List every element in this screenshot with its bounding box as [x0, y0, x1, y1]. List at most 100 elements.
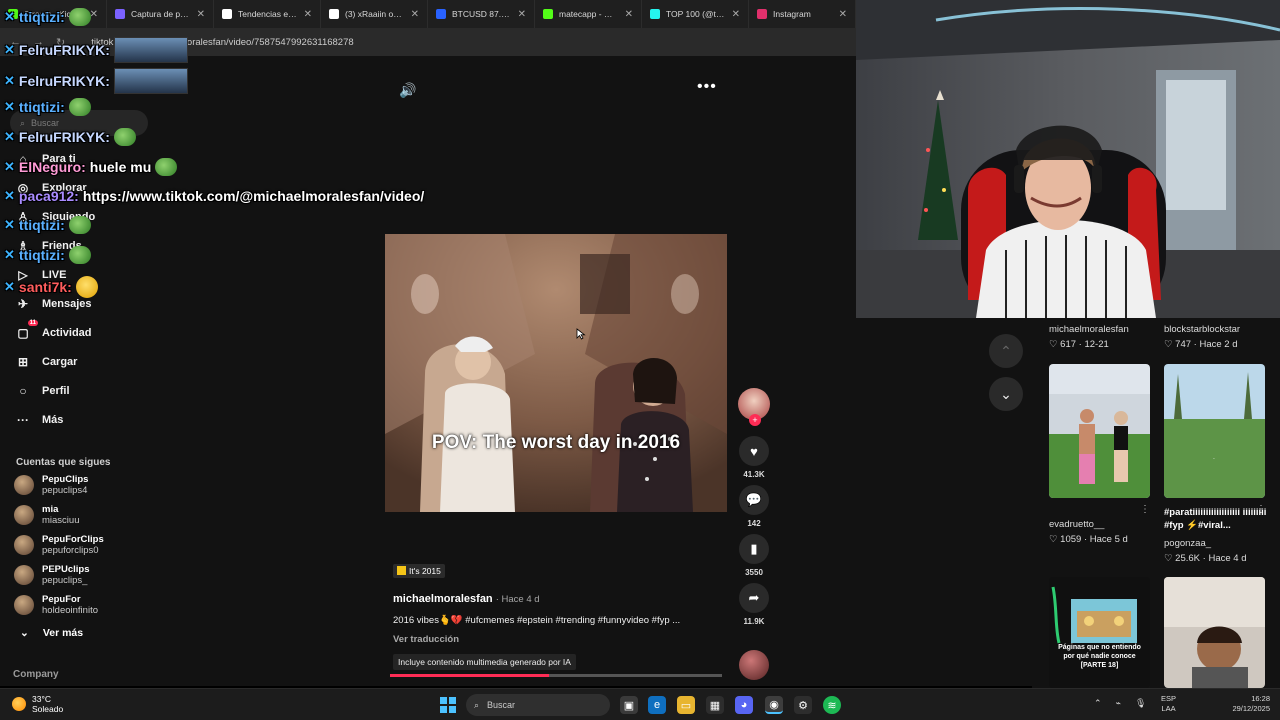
like-button[interactable]: ♥: [739, 436, 769, 466]
tab-favicon-icon: [436, 9, 446, 19]
browser-tab[interactable]: BTCUSD 87.441,26 ✕: [428, 0, 535, 28]
messages-icon: ✈: [17, 297, 29, 311]
sidebar-item-live[interactable]: ▷ LIVE: [16, 268, 66, 282]
sidebar-item-actividad[interactable]: ▢ 11 Actividad: [16, 320, 92, 340]
effect-tag[interactable]: It's 2015: [393, 563, 445, 578]
language-indicator[interactable]: ESP LAA: [1161, 694, 1176, 714]
home-icon: ⌂: [19, 152, 27, 166]
browser-tab[interactable]: matecapp - Watch ✕: [535, 0, 642, 28]
close-icon[interactable]: ✕: [839, 9, 847, 20]
browser-tab[interactable]: Tendencias en Arg ✕: [214, 0, 321, 28]
comment-button[interactable]: 💬: [739, 485, 769, 515]
related-thumbnail[interactable]: [1164, 577, 1265, 688]
video-progress-bar[interactable]: [390, 674, 722, 677]
share-button[interactable]: ➦: [739, 583, 769, 613]
settings-icon[interactable]: ⚙: [794, 696, 812, 714]
related-thumbnail[interactable]: Páginas que no entiendo por qué nadie co…: [1049, 577, 1150, 688]
sun-icon: [12, 697, 26, 711]
sidebar-item-friends[interactable]: ♗ Friends: [16, 239, 82, 253]
windows-start-icon[interactable]: [440, 697, 456, 713]
browser-tab[interactable]: (3) xRaaiin on X ✕: [321, 0, 428, 28]
close-icon[interactable]: ✕: [411, 9, 419, 20]
volume-icon[interactable]: 🔊: [399, 82, 416, 99]
more-options-icon[interactable]: ⋮: [1140, 504, 1150, 515]
network-icon[interactable]: ⌁: [1116, 698, 1121, 709]
translate-link[interactable]: Ver traducción: [393, 634, 723, 645]
music-disc[interactable]: [739, 650, 769, 680]
more-options-icon[interactable]: •••: [697, 78, 717, 96]
sidebar-item-explorar[interactable]: ◎ Explorar: [16, 181, 87, 195]
microphone-icon[interactable]: 🎙: [1135, 698, 1146, 709]
followed-account[interactable]: PepuForClips pepuforclips0: [14, 534, 104, 556]
search-input[interactable]: ⌕ Buscar: [10, 110, 148, 136]
browser-tab[interactable]: Captura de pantalla ✕: [107, 0, 214, 28]
sidebar-item-siguiendo[interactable]: ♙ Siguiendo: [16, 210, 96, 224]
forward-icon[interactable]: →: [33, 36, 44, 48]
close-icon[interactable]: ✕: [304, 9, 312, 20]
browser-tab[interactable]: Instagram ✕: [749, 0, 856, 28]
account-handle: pepuforclips0: [42, 545, 99, 556]
close-icon[interactable]: ✕: [625, 9, 633, 20]
related-user[interactable]: michaelmoralesfan: [1049, 324, 1129, 335]
related-date: Hace 4 d: [1208, 553, 1247, 564]
bookmark-icon: ▮: [750, 541, 758, 556]
related-user[interactable]: blockstarblockstar: [1164, 324, 1240, 335]
system-tray[interactable]: ⌃ ⌁ 🎙: [1094, 698, 1146, 709]
folder-icon[interactable]: ▭: [677, 696, 695, 714]
related-thumbnail[interactable]: .: [1164, 364, 1265, 498]
video-player[interactable]: POV: The worst day in 2016: [385, 234, 727, 512]
sidebar-item-label: Explorar: [42, 182, 87, 194]
related-thumbnail[interactable]: [1049, 364, 1150, 498]
chevron-up-icon[interactable]: ⌃: [1094, 698, 1102, 709]
author-name[interactable]: michaelmoralesfan: [393, 593, 493, 605]
taskbar-search[interactable]: ⌕ Buscar: [466, 694, 610, 716]
related-card-meta: blockstarblockstar ♡ 747 · Hace 2 d: [1164, 324, 1241, 350]
task-view-icon[interactable]: ▣: [620, 696, 638, 714]
followed-account[interactable]: mia miasciuu: [14, 504, 80, 526]
sidebar-item-más[interactable]: ··· Más: [16, 413, 63, 427]
sidebar-item-perfil[interactable]: ○ Perfil: [16, 384, 69, 398]
weather-widget[interactable]: 33°C Soleado: [12, 694, 63, 714]
sidebar-item-label: LIVE: [42, 269, 67, 281]
next-video-button[interactable]: ⌄: [989, 377, 1023, 411]
spotify-icon[interactable]: ≋: [823, 696, 841, 714]
edge-icon[interactable]: e: [648, 696, 666, 714]
tab-title: BTCUSD 87.441,26: [452, 9, 512, 19]
close-icon[interactable]: ✕: [197, 9, 205, 20]
back-icon[interactable]: ←: [10, 36, 21, 48]
url-field[interactable]: tiktok.com/@michaelmoralesfan/video/7587…: [91, 37, 353, 48]
sidebar-item-mensajes[interactable]: ✈ Mensajes: [16, 297, 92, 311]
share-count: 11.9K: [743, 617, 765, 626]
follow-plus-icon[interactable]: +: [749, 414, 761, 426]
creator-avatar[interactable]: +: [738, 388, 770, 426]
followed-account[interactable]: PepuClips pepuclips4: [14, 474, 88, 496]
chrome-icon[interactable]: ◉: [765, 696, 783, 714]
followed-account[interactable]: PepuFor holdeoinfinito: [14, 594, 98, 616]
sidebar: ⌕ Buscar ⌂ Para ti ◎ Explorar ♙ Siguiendo ♗ Fri…: [0, 56, 160, 686]
followed-account[interactable]: PEPUclips pepuclips_: [14, 564, 90, 586]
related-title[interactable]: #paratiiiiiiiiiiiiiiiiii iiiiiiiii #fyp …: [1164, 506, 1270, 532]
see-more-button[interactable]: ⌄ Ver más: [20, 627, 83, 639]
sidebar-item-label: Para ti: [42, 153, 76, 165]
related-user[interactable]: evadruetto__: [1049, 519, 1128, 530]
tab-title: TOP 100 (@top10: [666, 9, 726, 19]
company-link[interactable]: Company: [13, 669, 59, 680]
windows-taskbar: 33°C Soleado ⌕ Buscar ▣ e ▭ ▦ ◕ ◉ ⚙ ≋ ⌃ …: [0, 688, 1280, 720]
related-user[interactable]: pogonzaa_: [1164, 538, 1246, 549]
discord-icon[interactable]: ◕: [735, 696, 753, 714]
save-button[interactable]: ▮: [739, 534, 769, 564]
close-icon[interactable]: ✕: [518, 9, 526, 20]
sidebar-item-para-ti[interactable]: ⌂ Para ti: [16, 152, 76, 166]
browser-tab[interactable]: TOP 100 (@top10 ✕: [642, 0, 749, 28]
clock[interactable]: 16:28 29/12/2025: [1228, 694, 1270, 714]
sidebar-item-label: Cargar: [42, 356, 78, 368]
browser-tab[interactable]: Stream - Kick Dash ✕: [0, 0, 107, 28]
related-likes: 617: [1060, 339, 1077, 350]
reload-icon[interactable]: ↻: [56, 36, 65, 49]
close-icon[interactable]: ✕: [90, 9, 98, 20]
previous-video-button[interactable]: ⌃: [989, 334, 1023, 368]
store-icon[interactable]: ▦: [706, 696, 724, 714]
sidebar-item-cargar[interactable]: ⊞ Cargar: [16, 355, 78, 369]
heart-outline-icon: ♡: [1164, 553, 1173, 564]
close-icon[interactable]: ✕: [732, 9, 740, 20]
